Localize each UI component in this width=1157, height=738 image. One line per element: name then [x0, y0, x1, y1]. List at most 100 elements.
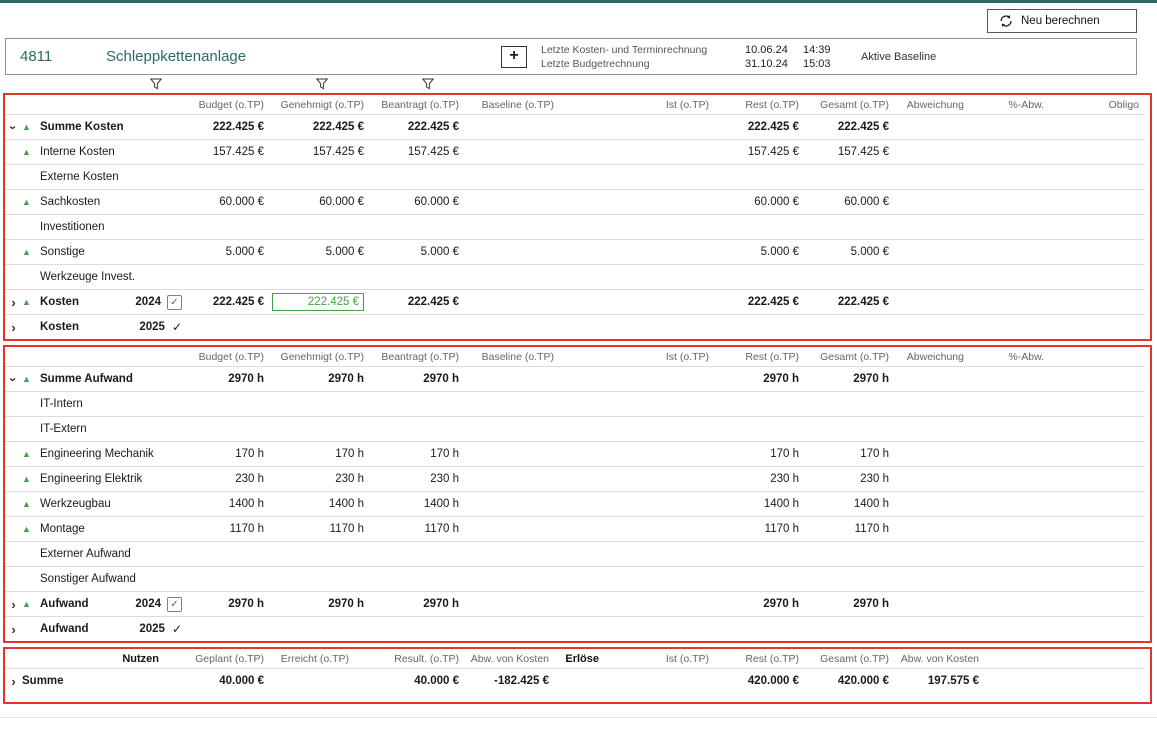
- column-header[interactable]: Rest (o.TP): [715, 95, 805, 115]
- value-cell: 1170 h: [805, 517, 895, 542]
- column-header[interactable]: Abw. von Kosten: [895, 649, 985, 669]
- value-cell: [560, 592, 715, 617]
- value-cell: [465, 567, 560, 592]
- table-row[interactable]: Investitionen: [5, 215, 1145, 240]
- value-cell: 157.425 €: [805, 140, 895, 165]
- value-cell: [465, 392, 560, 417]
- column-header[interactable]: %-Abw.: [970, 347, 1050, 367]
- row-label-cell: Sonstiger Aufwand: [5, 567, 195, 592]
- filter-funnel-icon[interactable]: [150, 78, 162, 90]
- column-header[interactable]: Geplant (o.TP): [165, 649, 270, 669]
- value-cell: 60.000 €: [195, 190, 270, 215]
- value-cell: [1050, 290, 1145, 315]
- column-header-empty: [5, 347, 195, 367]
- value-cell: 60.000 €: [805, 190, 895, 215]
- filter-funnel-icon[interactable]: [422, 78, 434, 90]
- column-header[interactable]: Baseline (o.TP): [465, 95, 560, 115]
- chevron-right-icon[interactable]: ›: [5, 598, 22, 611]
- column-header[interactable]: Ist (o.TP): [605, 649, 715, 669]
- last-budget-calculation-label: Letzte Budgetrechnung: [541, 57, 737, 71]
- recalculate-button[interactable]: Neu berechnen: [987, 9, 1137, 33]
- column-header[interactable]: Beantragt (o.TP): [370, 95, 465, 115]
- column-header[interactable]: Gesamt (o.TP): [805, 95, 895, 115]
- chevron-right-icon[interactable]: ›: [5, 321, 22, 334]
- column-header[interactable]: Result. (o.TP): [355, 649, 465, 669]
- table-row[interactable]: Externer Aufwand: [5, 542, 1145, 567]
- value-cell: [560, 467, 715, 492]
- column-header[interactable]: Abw. von Kosten: [465, 649, 555, 669]
- chevron-right-icon[interactable]: ›: [5, 296, 22, 309]
- table-row[interactable]: Werkzeuge Invest.: [5, 265, 1145, 290]
- column-header[interactable]: Baseline (o.TP): [465, 347, 560, 367]
- cell-value: 1170 h: [425, 523, 459, 535]
- table-row[interactable]: ›▲Aufwand2024✓2970 h2970 h2970 h2970 h29…: [5, 592, 1145, 617]
- value-cell: [895, 392, 970, 417]
- cell-value: 170 h: [770, 448, 799, 460]
- table-row[interactable]: ›Kosten2025✓: [5, 315, 1145, 340]
- table-row[interactable]: Externe Kosten: [5, 165, 1145, 190]
- column-header[interactable]: Gesamt (o.TP): [805, 649, 895, 669]
- value-cell: 170 h: [715, 442, 805, 467]
- column-header[interactable]: Ist (o.TP): [560, 95, 715, 115]
- chevron-down-icon[interactable]: ›: [7, 119, 20, 136]
- green-triangle-icon: ▲: [22, 600, 40, 609]
- column-header[interactable]: Budget (o.TP): [195, 347, 270, 367]
- last-budget-calculation-datetime: 31.10.2415:03: [745, 57, 849, 71]
- value-cell: [560, 190, 715, 215]
- year-checkbox[interactable]: ✓: [167, 295, 182, 310]
- value-cell: [560, 392, 715, 417]
- row-label: Summe Aufwand: [40, 373, 133, 385]
- table-row[interactable]: ▲Montage1170 h1170 h1170 h1170 h1170 h: [5, 517, 1145, 542]
- green-triangle-icon: ▲: [22, 248, 40, 257]
- column-header[interactable]: %-Abw.: [970, 95, 1050, 115]
- table-row[interactable]: ▲Sachkosten60.000 €60.000 €60.000 €60.00…: [5, 190, 1145, 215]
- row-label: Sachkosten: [40, 196, 100, 208]
- column-header[interactable]: Erreicht (o.TP): [270, 649, 355, 669]
- cell-value: 60.000 €: [219, 196, 264, 208]
- chevron-right-icon[interactable]: ›: [5, 623, 22, 636]
- table-row[interactable]: ▲Werkzeugbau1400 h1400 h1400 h1400 h1400…: [5, 492, 1145, 517]
- column-header[interactable]: Beantragt (o.TP): [370, 347, 465, 367]
- table-row[interactable]: ▲Engineering Mechanik170 h170 h170 h170 …: [5, 442, 1145, 467]
- last-budget-calculation-date: 31.10.24: [745, 57, 803, 71]
- expand-button[interactable]: +: [501, 46, 527, 68]
- table-row[interactable]: Sonstiger Aufwand: [5, 567, 1145, 592]
- column-header[interactable]: Ist (o.TP): [560, 347, 715, 367]
- table-row[interactable]: IT-Intern: [5, 392, 1145, 417]
- column-header[interactable]: Nutzen: [5, 649, 165, 669]
- column-header[interactable]: Genehmigt (o.TP): [270, 95, 370, 115]
- chevron-right-icon[interactable]: ›: [5, 675, 22, 688]
- value-cell: [1050, 417, 1145, 442]
- table-row[interactable]: ▲Sonstige5.000 €5.000 €5.000 €5.000 €5.0…: [5, 240, 1145, 265]
- table-row[interactable]: ▲Engineering Elektrik230 h230 h230 h230 …: [5, 467, 1145, 492]
- column-header[interactable]: Rest (o.TP): [715, 347, 805, 367]
- table-row[interactable]: ›▲Kosten2024✓222.425 €222.425 €222.425 €…: [5, 290, 1145, 315]
- table-row[interactable]: ▲Interne Kosten157.425 €157.425 €157.425…: [5, 140, 1145, 165]
- value-cell: 222.425 €: [195, 115, 270, 140]
- column-header[interactable]: Genehmigt (o.TP): [270, 347, 370, 367]
- chevron-down-icon[interactable]: ›: [7, 371, 20, 388]
- column-header[interactable]: Budget (o.TP): [195, 95, 270, 115]
- filter-funnel-icon[interactable]: [316, 78, 328, 90]
- table-row[interactable]: ›Summe40.000 €40.000 €-182.425 €420.000 …: [5, 669, 1145, 694]
- table-row[interactable]: IT-Extern: [5, 417, 1145, 442]
- cell-value: 5.000 €: [421, 246, 459, 258]
- table-row[interactable]: ›▲Summe Aufwand2970 h2970 h2970 h2970 h2…: [5, 367, 1145, 392]
- editable-value-field[interactable]: 222.425 €: [272, 293, 364, 311]
- year-checkbox[interactable]: ✓: [167, 597, 182, 612]
- column-header[interactable]: Erlöse: [555, 649, 605, 669]
- column-header[interactable]: Rest (o.TP): [715, 649, 805, 669]
- column-header[interactable]: Abweichung: [895, 347, 970, 367]
- value-cell: [970, 115, 1050, 140]
- value-cell: [560, 492, 715, 517]
- column-header[interactable]: Gesamt (o.TP): [805, 347, 895, 367]
- column-header[interactable]: Obligo: [1050, 95, 1145, 115]
- value-cell: [970, 542, 1050, 567]
- value-cell: [270, 417, 370, 442]
- column-header[interactable]: Abweichung: [895, 95, 970, 115]
- table-row[interactable]: ›▲Summe Kosten222.425 €222.425 €222.425 …: [5, 115, 1145, 140]
- checkmark-icon[interactable]: ✓: [172, 622, 182, 636]
- column-header-empty: [985, 649, 1145, 669]
- checkmark-icon[interactable]: ✓: [172, 320, 182, 334]
- table-row[interactable]: ›Aufwand2025✓: [5, 617, 1145, 642]
